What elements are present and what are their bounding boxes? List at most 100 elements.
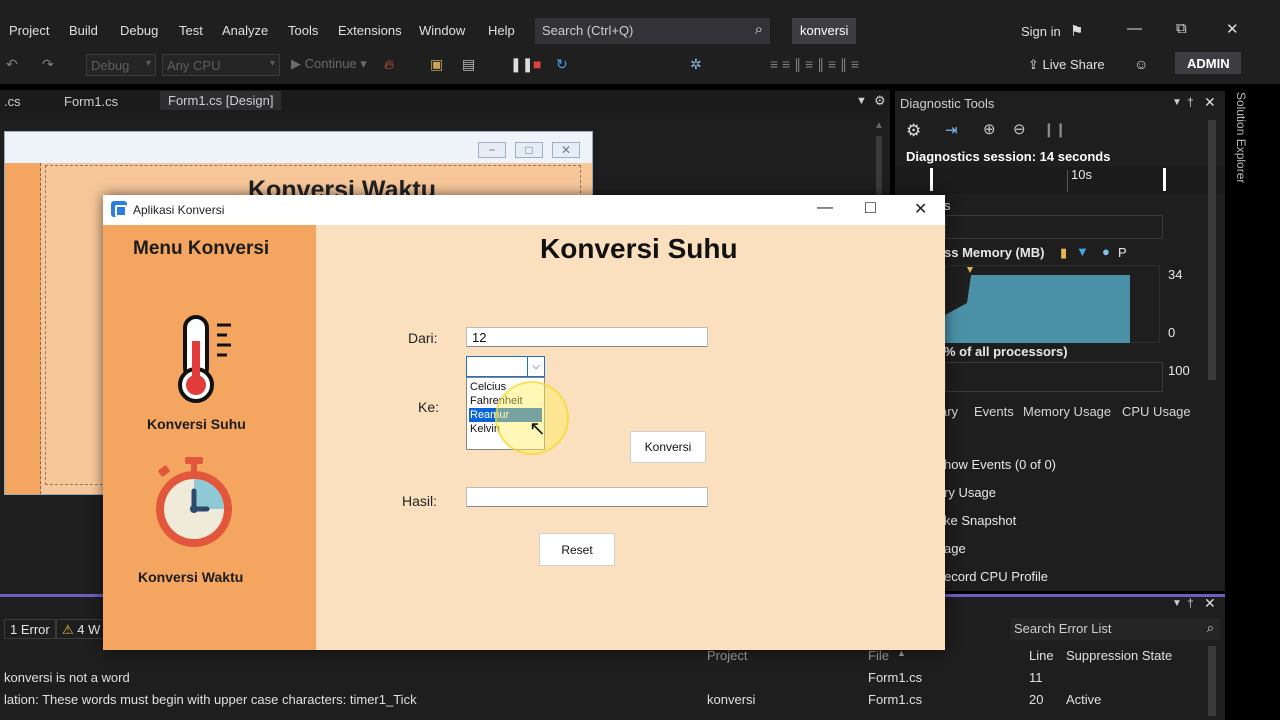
hot-reload-icon[interactable]: 🔥︎ [384,56,394,73]
ke-select[interactable]: ⌵ [466,356,545,377]
chart-icon[interactable]: ❙❙ [1043,121,1066,138]
app-maximize-icon[interactable]: □ [865,197,876,218]
error-row-2-description[interactable]: lation: These words must begin with uppe… [4,692,417,707]
column-line[interactable]: Line [1029,648,1054,663]
dari-input[interactable]: 12 [466,327,708,347]
error-panel-close-icon[interactable]: ✕ [1204,595,1216,612]
undo-icon[interactable]: ↶ [6,56,18,73]
error-list-scrollbar[interactable] [1208,646,1216,716]
redo-icon[interactable]: ↷ [42,56,54,73]
pin-icon[interactable]: † [1187,95,1194,109]
ke-label: Ke: [418,399,440,415]
column-file[interactable]: File [868,648,889,663]
zoom-in-icon[interactable]: ⊕ [983,120,996,138]
hasil-output[interactable] [466,487,708,507]
tab-form1-cs[interactable]: Form1.cs [64,94,118,109]
memory-min: 0 [1168,325,1176,340]
menu-test[interactable]: Test [179,23,203,38]
menu-debug[interactable]: Debug [120,23,158,38]
restore-icon[interactable]: ⧉ [1176,20,1187,37]
app-titlebar[interactable]: Aplikasi Konversi — □ ✕ [103,195,945,225]
menu-tools[interactable]: Tools [288,23,318,38]
live-share-button[interactable]: ⇪ Live Share [1028,57,1105,73]
ide-menubar: Project Build Debug Test Analyze Tools E… [0,0,1280,48]
record-cpu-profile-link[interactable]: ecord CPU Profile [944,569,1048,584]
tab-form1-design[interactable]: Form1.cs [Design] [160,91,282,110]
folder-icon[interactable]: ▣ [430,56,443,73]
app-close-icon[interactable]: ✕ [914,199,927,219]
align-icon[interactable]: ≡ ≡ ∥ ≡ ∥ ≡ ∥ ≡ [770,56,859,73]
continue-label: Continue [304,56,357,71]
take-snapshot-link[interactable]: ke Snapshot [944,513,1016,528]
menu-analyze[interactable]: Analyze [222,23,268,38]
config-select[interactable]: Debug ▾ [86,54,156,76]
column-suppression-state[interactable]: Suppression State [1066,648,1172,663]
timeline-label: 10s [1071,167,1092,182]
tabs-dropdown-icon[interactable]: ▼ [856,95,867,107]
feedback-icon[interactable]: ⚑ [1070,22,1083,40]
pause-icon[interactable]: ❚❚ [510,56,533,73]
panel-close-icon[interactable]: ✕ [1204,94,1216,111]
menu-project[interactable]: Project [9,23,49,38]
restart-icon[interactable]: ↻ [556,56,568,73]
warning-icon: ⚠ [62,622,74,637]
show-events-link[interactable]: how Events (0 of 0) [944,457,1056,472]
timeline-start-marker[interactable] [930,168,933,191]
hasil-label: Hasil: [402,493,438,509]
error-panel-pin-icon[interactable]: † [1187,596,1194,610]
menu-extensions[interactable]: Extensions [338,23,402,38]
diagnostics-scrollbar[interactable] [1208,120,1216,380]
converter-panel: Konversi Suhu Dari: 12 Ke: Konversi Hasi… [316,225,945,650]
chevron-down-icon[interactable]: ⌵ [527,357,544,376]
timeline-ruler[interactable] [895,167,1225,193]
stop-icon[interactable]: ■ [533,56,541,72]
events-track [945,215,1163,239]
settings-gear-icon[interactable]: ⚙ [874,93,886,109]
breakpoint-icon[interactable]: ✲ [690,56,702,73]
settings-icon[interactable]: ⚙ [906,121,921,141]
tab-cs[interactable]: .cs [4,94,21,109]
menu-konversi-waktu[interactable]: Konversi Waktu [138,569,243,585]
warnings-filter-chip[interactable]: ⚠ 4 W [56,619,107,639]
error-panel-dropdown-icon[interactable]: ▼ [1172,598,1182,609]
design-side-panel[interactable] [5,163,41,494]
thermometer-icon[interactable] [175,315,243,403]
continue-button[interactable]: ▶ Continue ▾ [291,56,367,72]
diagnostics-session: Diagnostics session: 14 seconds [906,149,1111,164]
person-icon[interactable]: ☺ [1134,56,1148,72]
tab-memory-usage[interactable]: Memory Usage [1023,404,1111,419]
column-project[interactable]: Project [707,648,747,663]
menu-window[interactable]: Window [419,23,465,38]
tab-cpu-usage[interactable]: CPU Usage [1122,404,1191,419]
scroll-up-icon[interactable]: ▲ [874,120,884,131]
error-list-search[interactable]: Search Error List ⌕ [1010,618,1220,640]
platform-select[interactable]: Any CPU ▾ [162,54,280,76]
menu-panel: Menu Konversi Konversi Suhu Konversi Wak… [103,225,316,650]
solution-explorer-tab[interactable]: Solution Explorer [1232,92,1248,192]
close-icon[interactable]: ✕ [1226,20,1239,38]
panel-dropdown-icon[interactable]: ▼ [1172,97,1182,108]
export-icon[interactable]: ⇥ [945,121,958,139]
menu-build[interactable]: Build [69,23,98,38]
error-row-2-line: 20 [1029,692,1044,707]
minimize-icon[interactable]: — [1127,20,1142,37]
layout-icon[interactable]: ▤ [462,56,475,73]
timeline-tick [1067,170,1068,192]
dari-label: Dari: [408,330,438,346]
sign-in-link[interactable]: Sign in [1021,24,1061,39]
error-row-1-description[interactable]: konversi is not a word [4,670,130,685]
diagnostics-tabs: ary Events Memory Usage CPU Usage [940,400,1195,424]
errors-filter-chip[interactable]: 1 Error [4,619,56,639]
menu-konversi-suhu[interactable]: Konversi Suhu [147,416,246,432]
stopwatch-icon[interactable] [149,457,239,549]
live-share-label: Live Share [1042,57,1105,72]
konversi-button[interactable]: Konversi [630,431,706,463]
user-badge[interactable]: ADMIN [1175,52,1241,74]
reset-button[interactable]: Reset [539,533,615,566]
menu-help[interactable]: Help [488,23,515,38]
app-minimize-icon[interactable]: — [817,199,833,217]
tab-events[interactable]: Events [974,404,1014,419]
zoom-out-icon[interactable]: ⊖ [1013,120,1026,138]
timeline-end-marker[interactable] [1163,168,1166,191]
ide-search-input[interactable]: Search (Ctrl+Q) ⌕ [535,18,770,44]
